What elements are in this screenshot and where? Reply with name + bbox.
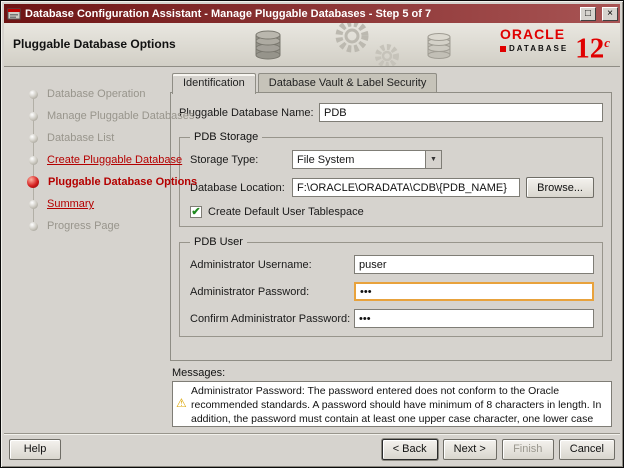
step-database-operation: Database Operation — [4, 83, 168, 105]
step-database-list: Database List — [4, 127, 168, 149]
storage-type-label: Storage Type: — [190, 153, 259, 166]
default-tablespace-label: Create Default User Tablespace — [208, 206, 364, 218]
pdb-user-group-title: PDB User — [194, 236, 243, 248]
maximize-button[interactable]: □ — [580, 6, 596, 21]
current-step-bullet-icon — [27, 176, 39, 188]
next-button[interactable]: Next > — [442, 438, 497, 460]
pdb-name-label: Pluggable Database Name: — [179, 106, 314, 119]
database-wordmark: DATABASE — [499, 44, 568, 53]
step-create-pluggable-database[interactable]: Create Pluggable Database — [4, 149, 182, 171]
version-12c: 12c — [575, 32, 610, 65]
pdb-storage-group-title: PDB Storage — [194, 131, 259, 143]
dbca-window: Database Configuration Assistant - Manag… — [0, 0, 624, 468]
pdb-name-input[interactable] — [319, 103, 603, 122]
default-tablespace-checkbox[interactable]: ✔ Create Default User Tablespace — [190, 206, 594, 218]
storage-type-selected-value: File System — [297, 153, 355, 166]
page-title: Pluggable Database Options — [13, 37, 176, 51]
oracle-wordmark: ORACLE — [499, 26, 566, 42]
cancel-button[interactable]: Cancel — [558, 438, 615, 460]
confirm-password-label: Confirm Administrator Password: — [190, 312, 351, 325]
identification-tab-panel: Pluggable Database Name: PDB Storage Sto… — [170, 92, 612, 361]
titlebar[interactable]: Database Configuration Assistant - Manag… — [4, 4, 620, 23]
step-manage-pluggable-databases: Manage Pluggable Databases — [4, 105, 194, 127]
pdb-user-group: PDB User Administrator Username: Adminis… — [179, 236, 603, 337]
gears-and-database-graphic — [242, 23, 472, 66]
back-button[interactable]: < Back — [381, 438, 438, 460]
pdb-storage-group: PDB Storage Storage Type: File System ▼ … — [179, 131, 603, 227]
chevron-down-icon[interactable]: ▼ — [425, 151, 441, 168]
messages-box: ⚠ Administrator Password: The password e… — [172, 381, 612, 427]
step-bullet-icon — [29, 155, 38, 165]
storage-type-select[interactable]: File System ▼ — [292, 150, 442, 169]
wizard-step-list: Database Operation Manage Pluggable Data… — [4, 67, 197, 431]
step-progress-page: Progress Page — [4, 215, 168, 237]
step-bullet-icon — [29, 111, 38, 121]
checkbox-check-icon[interactable]: ✔ — [190, 206, 202, 218]
banner: Pluggable Database Options ORACLE DATABA… — [4, 23, 620, 67]
step-bullet-icon — [29, 221, 38, 231]
step-bullet-icon — [29, 133, 38, 143]
close-button[interactable]: × — [602, 6, 618, 21]
step-bullet-icon — [29, 199, 38, 209]
step-summary[interactable]: Summary — [4, 193, 168, 215]
step-bullet-icon — [29, 89, 38, 99]
step-pluggable-database-options: Pluggable Database Options — [4, 171, 197, 193]
window-title: Database Configuration Assistant - Manag… — [25, 7, 432, 20]
oracle-12c-logo: ORACLE DATABASE 12c — [499, 26, 610, 66]
database-location-input[interactable] — [292, 178, 521, 197]
finish-button[interactable]: Finish — [501, 438, 554, 460]
messages-label: Messages: — [172, 367, 226, 379]
help-button[interactable]: Help — [9, 438, 61, 460]
admin-username-input[interactable] — [354, 255, 594, 274]
button-bar: Help < Back Next > Finish Cancel — [4, 433, 620, 464]
browse-button[interactable]: Browse... — [526, 177, 594, 198]
confirm-password-input[interactable] — [354, 309, 594, 328]
admin-username-label: Administrator Username: — [190, 258, 312, 271]
red-square-icon — [499, 45, 506, 52]
admin-password-input[interactable] — [354, 282, 594, 301]
password-warning-text: Administrator Password: The password ent… — [191, 385, 602, 425]
tab-identification[interactable]: Identification — [172, 73, 256, 94]
messages-section: Messages: ⚠ Administrator Password: The … — [170, 367, 612, 427]
tab-bar: Identification Database Vault & Label Se… — [170, 73, 612, 94]
admin-password-label: Administrator Password: — [190, 285, 310, 298]
tab-database-vault-label-security[interactable]: Database Vault & Label Security — [257, 73, 438, 93]
app-icon — [7, 7, 21, 21]
database-location-label: Database Location: — [190, 181, 285, 194]
warning-icon: ⚠ — [176, 396, 187, 410]
